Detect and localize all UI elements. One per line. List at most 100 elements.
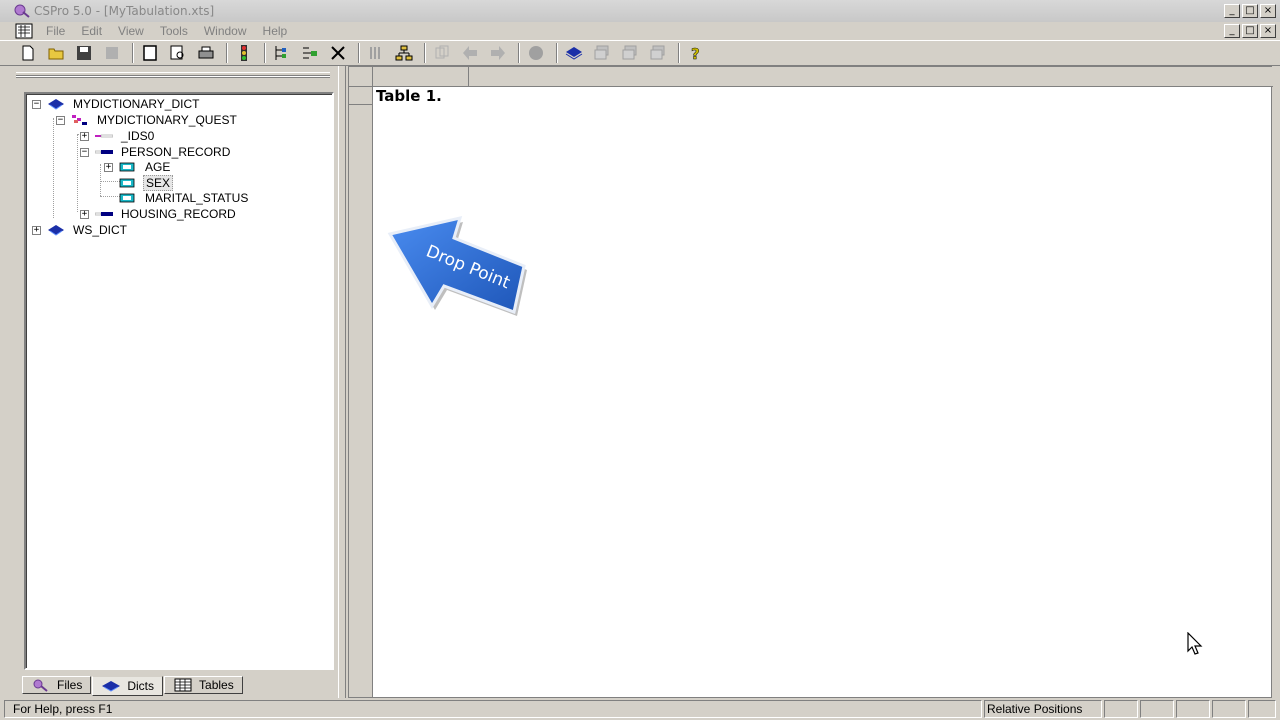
status-relative-positions: Relative Positions <box>984 700 1102 718</box>
menu-tools[interactable]: Tools <box>160 24 188 38</box>
tree-item-marital-status[interactable]: MARITAL_STATUS <box>119 190 250 206</box>
area-icon[interactable] <box>590 42 614 64</box>
run-icon[interactable] <box>232 42 256 64</box>
toolbar-separator <box>226 43 228 63</box>
item-icon <box>119 161 137 173</box>
cspro-app-icon[interactable] <box>14 3 30 19</box>
menu-edit[interactable]: Edit <box>81 24 102 38</box>
status-indicator <box>1140 700 1174 718</box>
tree-item-mydictionary-quest[interactable]: − MYDICTIONARY_QUEST <box>56 112 239 128</box>
toolbar-separator <box>556 43 558 63</box>
tree-item-housing-record[interactable]: + HOUSING_RECORD <box>80 206 238 222</box>
tree-item-mydictionary-dict[interactable]: − MYDICTIONARY_DICT <box>32 96 201 112</box>
status-indicator <box>1176 700 1210 718</box>
dicts-icon <box>101 679 121 693</box>
tree-label: AGE <box>145 160 171 174</box>
status-help-text: For Help, press F1 <box>4 700 982 718</box>
tables-icon <box>173 678 193 692</box>
toolbar-separator <box>264 43 266 63</box>
layout-icon[interactable] <box>364 42 388 64</box>
dictionary-pane: − MYDICTIONARY_DICT − MYDICTIONARY_QUEST… <box>12 66 338 698</box>
insert-icon[interactable] <box>270 42 294 64</box>
record-icon <box>95 208 113 220</box>
tree-item-person-record[interactable]: − PERSON_RECORD <box>80 144 232 160</box>
toolbar-separator <box>358 43 360 63</box>
questionnaire-icon <box>71 114 89 126</box>
tree-item-ws-dict[interactable]: + WS_DICT <box>32 222 129 238</box>
document-icon[interactable] <box>14 23 34 39</box>
pane-tabs: Files Dicts Tables <box>22 676 244 696</box>
status-grip[interactable] <box>1248 700 1276 718</box>
column-header-cell[interactable] <box>373 67 469 87</box>
status-indicator <box>1212 700 1246 718</box>
menu-help[interactable]: Help <box>263 24 288 38</box>
table-grid[interactable]: Table 1. <box>348 66 1273 698</box>
collapse-icon[interactable]: − <box>56 115 65 125</box>
item-icon <box>119 192 137 204</box>
tree-item-ids0[interactable]: + _IDS0 <box>80 128 156 144</box>
close-button[interactable]: × <box>1260 4 1276 18</box>
pane-splitter[interactable] <box>338 66 346 698</box>
mdi-restore-button[interactable]: □ <box>1242 24 1258 38</box>
window-title: CSPro 5.0 - [MyTabulation.xts] <box>34 4 215 18</box>
tab-files[interactable]: Files <box>22 676 92 694</box>
open-icon[interactable] <box>44 42 68 64</box>
grid-corner[interactable] <box>349 67 373 87</box>
menu-view[interactable]: View <box>118 24 144 38</box>
minimize-button[interactable]: _ <box>1224 4 1240 18</box>
delete-icon[interactable] <box>326 42 350 64</box>
tree-label: MARITAL_STATUS <box>145 191 249 205</box>
expand-icon[interactable]: + <box>80 131 89 141</box>
dictionary-tree[interactable]: − MYDICTIONARY_DICT − MYDICTIONARY_QUEST… <box>24 92 334 670</box>
menu-window[interactable]: Window <box>204 24 247 38</box>
preview-icon[interactable] <box>166 42 190 64</box>
area3-icon[interactable] <box>646 42 670 64</box>
svg-text:?: ? <box>691 45 700 62</box>
tree-icon[interactable] <box>392 42 416 64</box>
save-icon[interactable] <box>72 42 96 64</box>
toolbar-separator <box>132 43 134 63</box>
toolbar-separator <box>678 43 680 63</box>
tree-label: HOUSING_RECORD <box>121 207 236 221</box>
back-icon[interactable] <box>458 42 482 64</box>
help-icon[interactable]: ? <box>684 42 708 64</box>
menu-bar: File Edit View Tools Window Help _ □ × <box>0 22 1280 40</box>
tree-line <box>100 164 101 196</box>
mdi-close-button[interactable]: × <box>1260 24 1276 38</box>
expand-icon[interactable]: + <box>80 209 89 219</box>
record-icon[interactable] <box>524 42 548 64</box>
tab-tables[interactable]: Tables <box>164 676 243 694</box>
id-record-icon <box>95 130 113 142</box>
page-icon[interactable] <box>138 42 162 64</box>
tree-item-age[interactable]: + AGE <box>104 159 172 175</box>
mdi-minimize-button[interactable]: _ <box>1224 24 1240 38</box>
item-icon <box>119 177 137 189</box>
tree-line <box>100 196 120 197</box>
pane-grip[interactable] <box>16 72 330 78</box>
new-icon[interactable] <box>16 42 40 64</box>
collapse-icon[interactable]: − <box>32 99 41 109</box>
tab-dicts[interactable]: Dicts <box>92 676 164 696</box>
tree-item-sex[interactable]: SEX <box>119 175 174 191</box>
tree-line <box>77 134 78 212</box>
add-icon[interactable] <box>298 42 322 64</box>
tab-label: Files <box>57 678 83 692</box>
dict-icon[interactable] <box>562 42 586 64</box>
area2-icon[interactable] <box>618 42 642 64</box>
print-icon[interactable] <box>194 42 218 64</box>
save-all-icon[interactable] <box>100 42 124 64</box>
row-header-cell[interactable] <box>349 87 373 105</box>
collapse-icon[interactable]: − <box>80 147 89 157</box>
toolbar-separator <box>424 43 426 63</box>
column-header <box>349 67 1273 87</box>
expand-icon[interactable]: + <box>104 162 113 172</box>
expand-icon[interactable]: + <box>32 225 41 235</box>
table-title[interactable]: Table 1. <box>376 87 442 105</box>
tree-label: WS_DICT <box>73 223 127 237</box>
forward-icon[interactable] <box>486 42 510 64</box>
copy-icon[interactable] <box>430 42 454 64</box>
tree-label: PERSON_RECORD <box>121 145 231 159</box>
maximize-button[interactable]: □ <box>1242 4 1258 18</box>
menu-file[interactable]: File <box>46 24 65 38</box>
files-icon <box>31 678 51 692</box>
